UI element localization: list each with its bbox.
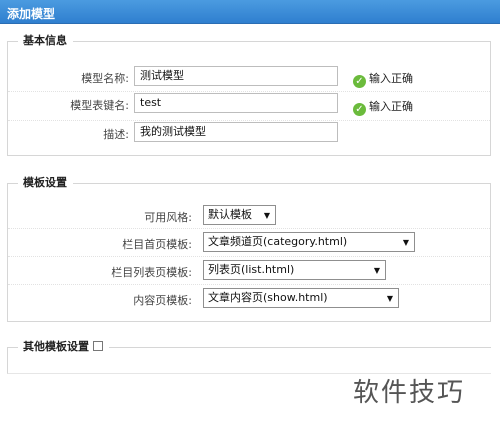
category-template-value: 文章频道页(category.html) — [208, 235, 348, 248]
table-key-row: 模型表键名: test ✓ 输入正确 — [8, 92, 490, 121]
check-circle-icon: ✓ — [353, 103, 366, 116]
template-settings-fieldset: 模板设置 可用风格: 默认模板 ▼ 栏目首页模板: 文章频道页(category… — [7, 176, 491, 322]
model-name-status-text: 输入正确 — [369, 72, 413, 85]
category-template-label: 栏目首页模板: — [122, 238, 192, 251]
list-template-label: 栏目列表页模板: — [111, 266, 192, 279]
triangle-down-icon: ▼ — [263, 211, 270, 220]
table-key-status-text: 输入正确 — [369, 100, 413, 113]
list-template-select[interactable]: 列表页(list.html) ▼ — [203, 260, 386, 280]
style-row: 可用风格: 默认模板 ▼ — [8, 200, 490, 229]
style-select-value: 默认模板 — [208, 208, 252, 221]
watermark-text: 软件技巧 — [353, 378, 466, 408]
model-name-row: 模型名称: 测试模型 ✓ 输入正确 — [8, 63, 490, 92]
other-template-legend-text: 其他模板设置 — [23, 340, 89, 353]
description-input[interactable]: 我的测试模型 — [134, 122, 338, 142]
style-select[interactable]: 默认模板 ▼ — [203, 205, 276, 225]
model-name-input[interactable]: 测试模型 — [134, 66, 338, 86]
other-template-fieldset: 其他模板设置 — [7, 340, 491, 374]
description-row: 描述: 我的测试模型 — [8, 120, 490, 148]
table-key-status: ✓ 输入正确 — [353, 98, 413, 116]
dialog-titlebar[interactable]: 添加模型 — [0, 0, 500, 24]
show-template-row: 内容页模板: 文章内容页(show.html) ▼ — [8, 284, 490, 312]
template-settings-legend: 模板设置 — [18, 176, 73, 190]
description-label: 描述: — [103, 128, 129, 141]
model-name-label: 模型名称: — [81, 72, 129, 85]
list-template-value: 列表页(list.html) — [208, 263, 295, 276]
basic-info-fieldset: 基本信息 模型名称: 测试模型 ✓ 输入正确 模型表键名: test ✓ 输入正确 … — [7, 34, 491, 156]
show-template-value: 文章内容页(show.html) — [208, 291, 328, 304]
category-template-row: 栏目首页模板: 文章频道页(category.html) ▼ — [8, 228, 490, 257]
triangle-down-icon: ▼ — [373, 266, 380, 275]
dialog-title: 添加模型 — [7, 7, 56, 21]
style-label: 可用风格: — [144, 211, 192, 224]
table-key-label: 模型表键名: — [70, 99, 129, 112]
triangle-down-icon: ▼ — [386, 294, 393, 303]
model-name-status: ✓ 输入正确 — [353, 70, 413, 88]
list-template-row: 栏目列表页模板: 列表页(list.html) ▼ — [8, 256, 490, 285]
category-template-select[interactable]: 文章频道页(category.html) ▼ — [203, 232, 415, 252]
other-template-legend[interactable]: 其他模板设置 — [18, 340, 109, 354]
other-template-checkbox[interactable] — [93, 341, 103, 351]
triangle-down-icon: ▼ — [402, 238, 409, 247]
check-circle-icon: ✓ — [353, 75, 366, 88]
show-template-select[interactable]: 文章内容页(show.html) ▼ — [203, 288, 399, 308]
table-key-input[interactable]: test — [134, 93, 338, 113]
basic-info-legend: 基本信息 — [18, 34, 73, 48]
show-template-label: 内容页模板: — [133, 294, 192, 307]
